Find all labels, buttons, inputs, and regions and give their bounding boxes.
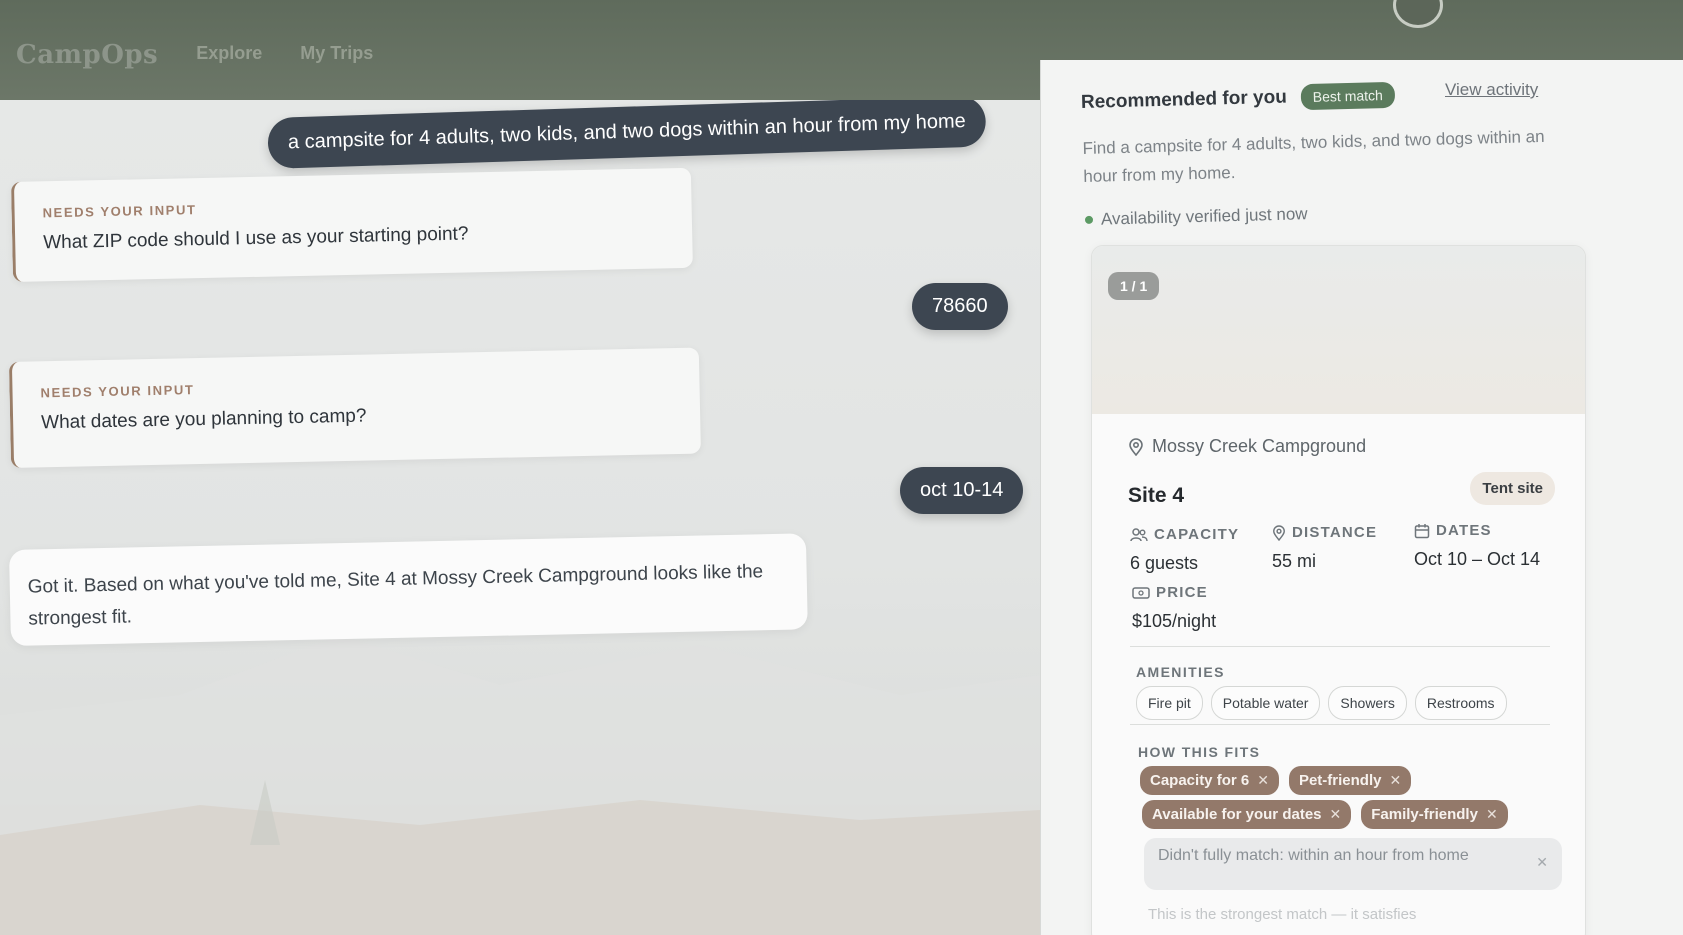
fit-chips-row: Available for your dates ✕ Family-friend… bbox=[1142, 800, 1508, 829]
amenity-chip: Restrooms bbox=[1414, 686, 1507, 720]
availability-status: Availability verified just now bbox=[1084, 204, 1308, 230]
ticket-icon bbox=[1132, 586, 1150, 599]
match-explanation: This is the strongest match — it satisfi… bbox=[1148, 906, 1417, 923]
assistant-question: What dates are you planning to camp? bbox=[40, 405, 367, 434]
calendar-icon bbox=[1414, 523, 1430, 538]
chat-pane: a campsite for 4 adults, two kids, and t… bbox=[0, 100, 1040, 935]
dates-label: DATES bbox=[1436, 522, 1492, 539]
site-name: Site 4 bbox=[1128, 484, 1185, 507]
dates-stat: DATES Oct 10 – Oct 14 bbox=[1414, 522, 1540, 570]
recommendation-panel: Recommended for you Best match View acti… bbox=[1040, 60, 1683, 935]
unmatched-text: Didn't fully match: within an hour from … bbox=[1158, 847, 1469, 864]
availability-text: Availability verified just now bbox=[1100, 204, 1308, 229]
price-label: PRICE bbox=[1156, 584, 1208, 601]
distance-pin-icon bbox=[1273, 524, 1285, 541]
close-icon[interactable]: ✕ bbox=[1389, 772, 1401, 789]
fit-chip[interactable]: Pet-friendly ✕ bbox=[1288, 766, 1412, 795]
distance-label: DISTANCE bbox=[1292, 524, 1378, 541]
amenity-chip: Fire pit bbox=[1136, 686, 1203, 720]
fit-chip-label: Pet-friendly bbox=[1298, 772, 1382, 789]
user-message: 78660 bbox=[912, 283, 1008, 330]
view-activity-link[interactable]: View activity bbox=[1445, 80, 1538, 100]
fit-chip[interactable]: Family-friendly ✕ bbox=[1361, 800, 1508, 829]
divider bbox=[1130, 646, 1550, 647]
close-icon[interactable]: ✕ bbox=[1486, 806, 1498, 823]
price-value: $105/night bbox=[1132, 611, 1217, 631]
needs-input-tag: NEEDS YOUR INPUT bbox=[40, 382, 195, 401]
amenity-chip: Potable water bbox=[1210, 686, 1321, 720]
capacity-label: CAPACITY bbox=[1154, 526, 1240, 543]
fit-chip[interactable]: Capacity for 6 ✕ bbox=[1140, 766, 1279, 795]
capacity-stat: CAPACITY 6 guests bbox=[1130, 526, 1239, 574]
recommendation-header: Recommended for you Best match bbox=[1080, 81, 1396, 116]
campground-location: Mossy Creek Campground bbox=[1128, 436, 1366, 457]
avatar[interactable] bbox=[1393, 0, 1443, 28]
close-icon[interactable]: ✕ bbox=[1330, 806, 1342, 823]
dates-value: Oct 10 – Oct 14 bbox=[1414, 549, 1541, 569]
nav-explore[interactable]: Explore bbox=[196, 43, 262, 64]
user-message: oct 10-14 bbox=[900, 467, 1024, 514]
campsite-image[interactable]: 1 / 1 bbox=[1092, 246, 1585, 414]
recommendation-description: Find a campsite for 4 adults, two kids, … bbox=[1082, 126, 1545, 186]
fit-chip-label: Available for your dates bbox=[1152, 806, 1322, 823]
panel-title: Recommended for you bbox=[1080, 86, 1288, 113]
needs-input-tag: NEEDS YOUR INPUT bbox=[42, 202, 197, 221]
fit-chip[interactable]: Available for your dates ✕ bbox=[1142, 800, 1352, 829]
assistant-question: What ZIP code should I use as your start… bbox=[43, 223, 469, 254]
fit-chip-label: Family-friendly bbox=[1371, 806, 1478, 823]
needs-input-card: NEEDS YOUR INPUT What ZIP code should I … bbox=[10, 167, 693, 282]
amenities-label: AMENITIES bbox=[1136, 664, 1225, 680]
distance-stat: DISTANCE 55 mi bbox=[1272, 524, 1377, 572]
user-message: a campsite for 4 adults, two kids, and t… bbox=[267, 100, 987, 169]
close-icon[interactable]: ✕ bbox=[1536, 852, 1548, 872]
close-icon[interactable]: ✕ bbox=[1257, 772, 1269, 789]
needs-input-card: NEEDS YOUR INPUT What dates are you plan… bbox=[8, 347, 701, 468]
campground-name: Mossy Creek Campground bbox=[1152, 436, 1367, 456]
divider bbox=[1130, 724, 1550, 725]
nav-my-trips[interactable]: My Trips bbox=[300, 43, 373, 64]
location-pin-icon bbox=[1129, 437, 1143, 456]
fit-chip-label: Capacity for 6 bbox=[1150, 772, 1250, 789]
amenities-list: Fire pit Potable water Showers Restrooms bbox=[1136, 686, 1507, 720]
brand-logo[interactable]: CampOps bbox=[16, 40, 158, 70]
campsite-card[interactable]: 1 / 1 Mossy Creek Campground Site 4 Tent… bbox=[1091, 245, 1586, 935]
unmatched-criteria-note: Didn't fully match: within an hour from … bbox=[1144, 838, 1562, 890]
image-counter: 1 / 1 bbox=[1108, 272, 1160, 300]
assistant-message: Got it. Based on what you've told me, Si… bbox=[8, 533, 808, 646]
capacity-value: 6 guests bbox=[1130, 553, 1199, 573]
how-this-fits-label: HOW THIS FITS bbox=[1138, 744, 1261, 760]
site-type-badge: Tent site bbox=[1470, 472, 1555, 505]
distance-value: 55 mi bbox=[1272, 551, 1317, 571]
users-icon bbox=[1130, 527, 1148, 541]
status-dot-icon bbox=[1084, 215, 1094, 224]
best-match-badge: Best match bbox=[1300, 81, 1396, 111]
fit-chips-row: Capacity for 6 ✕ Pet-friendly ✕ bbox=[1140, 766, 1412, 795]
amenity-chip: Showers bbox=[1328, 686, 1407, 720]
price-stat: PRICE $105/night bbox=[1132, 584, 1216, 632]
